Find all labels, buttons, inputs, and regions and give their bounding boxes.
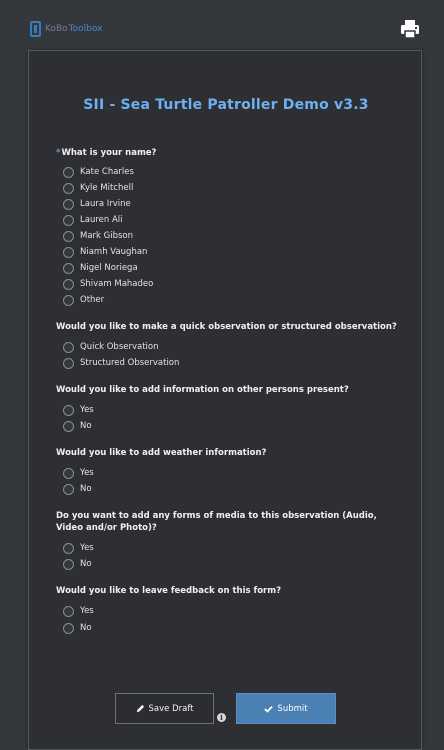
radio-button[interactable] (63, 467, 74, 479)
option-label: Niamh Vaughan (80, 247, 148, 257)
radio-button[interactable] (63, 214, 74, 226)
radio-button[interactable] (63, 230, 74, 242)
logo-toolbox-text: Toolbox (68, 24, 103, 34)
radio-button[interactable] (63, 166, 74, 178)
kobo-toolbox-logo: KoBo Toolbox (30, 21, 102, 37)
radio-button[interactable] (63, 341, 74, 353)
option-label: Yes (80, 543, 94, 553)
radio-button[interactable] (63, 262, 74, 274)
option-niamh-vaughan[interactable]: Niamh Vaughan (63, 245, 147, 259)
option-label: No (80, 484, 92, 494)
option-label: Yes (80, 606, 94, 616)
logo-kobo-text: KoBo (45, 24, 68, 34)
option-yes[interactable]: Yes (63, 466, 94, 480)
option-label: No (80, 623, 92, 633)
option-no[interactable]: No (63, 482, 92, 496)
radio-button[interactable] (63, 294, 74, 306)
radio-button[interactable] (63, 198, 74, 210)
radio-button[interactable] (63, 605, 74, 617)
option-no[interactable]: No (63, 621, 92, 635)
save-draft-label: Save Draft (148, 703, 194, 714)
option-label: Mark Gibson (80, 231, 134, 241)
question-weather-label: Would you like to add weather informatio… (56, 448, 267, 458)
option-label: Structured Observation (80, 358, 180, 368)
radio-button[interactable] (63, 404, 74, 416)
option-label: No (80, 421, 92, 431)
radio-button[interactable] (63, 182, 74, 194)
option-label: Quick Observation (80, 342, 159, 352)
submit-label: Submit (277, 703, 308, 714)
option-structured-observation[interactable]: Structured Observation (63, 356, 179, 370)
question-other-persons-label: Would you like to add information on oth… (56, 385, 349, 395)
option-label: Yes (80, 405, 94, 415)
option-label: Yes (80, 468, 94, 478)
option-label: Kate Charles (80, 167, 134, 177)
option-yes[interactable]: Yes (63, 541, 94, 555)
question-text: What is your name? (61, 148, 157, 158)
option-lauren-ali[interactable]: Lauren Ali (63, 213, 123, 227)
top-bar: KoBo Toolbox (0, 0, 444, 50)
option-label: Nigel Noriega (80, 263, 138, 273)
option-no[interactable]: No (63, 419, 92, 433)
option-label: Lauren Ali (80, 215, 123, 225)
submit-button[interactable]: Submit (236, 693, 336, 724)
option-label: Laura Irvine (80, 199, 131, 209)
option-yes[interactable]: Yes (63, 403, 94, 417)
option-no[interactable]: No (63, 557, 92, 571)
radio-button[interactable] (63, 278, 74, 290)
option-laura-irvine[interactable]: Laura Irvine (63, 197, 131, 211)
option-nigel-noriega[interactable]: Nigel Noriega (63, 261, 138, 275)
pencil-icon (136, 704, 144, 713)
option-shivam-mahadeo[interactable]: Shivam Mahadeo (63, 277, 153, 291)
option-yes[interactable]: Yes (63, 604, 94, 618)
save-draft-button[interactable]: Save Draft (115, 693, 214, 724)
check-icon (264, 705, 274, 713)
question-media-label: Do you want to add any forms of media to… (56, 511, 377, 533)
info-icon[interactable]: i (217, 713, 226, 722)
option-label: Other (80, 295, 105, 305)
option-kate-charles[interactable]: Kate Charles (63, 165, 134, 179)
print-icon (401, 20, 419, 39)
radio-button[interactable] (63, 420, 74, 432)
radio-button[interactable] (63, 483, 74, 495)
radio-button[interactable] (63, 622, 74, 634)
option-other[interactable]: Other (63, 293, 104, 307)
form-card: SII - Sea Turtle Patroller Demo v3.3 *Wh… (28, 50, 422, 750)
option-mark-gibson[interactable]: Mark Gibson (63, 229, 133, 243)
question-observation-type-label: Would you like to make a quick observati… (56, 322, 397, 332)
radio-button[interactable] (63, 246, 74, 258)
option-label: Kyle Mitchell (80, 183, 134, 193)
option-kyle-mitchell[interactable]: Kyle Mitchell (63, 181, 133, 195)
radio-button[interactable] (63, 357, 74, 369)
radio-button[interactable] (63, 558, 74, 570)
question-feedback-label: Would you like to leave feedback on this… (56, 586, 282, 596)
radio-button[interactable] (63, 542, 74, 554)
option-label: No (80, 559, 92, 569)
option-quick-observation[interactable]: Quick Observation (63, 340, 159, 354)
option-label: Shivam Mahadeo (80, 279, 154, 289)
required-marker: * (56, 148, 61, 158)
form-title: SII - Sea Turtle Patroller Demo v3.3 (83, 97, 369, 113)
logo-mark-icon (30, 21, 41, 37)
print-button[interactable] (400, 19, 420, 39)
question-name-label: *What is your name? (56, 147, 401, 159)
